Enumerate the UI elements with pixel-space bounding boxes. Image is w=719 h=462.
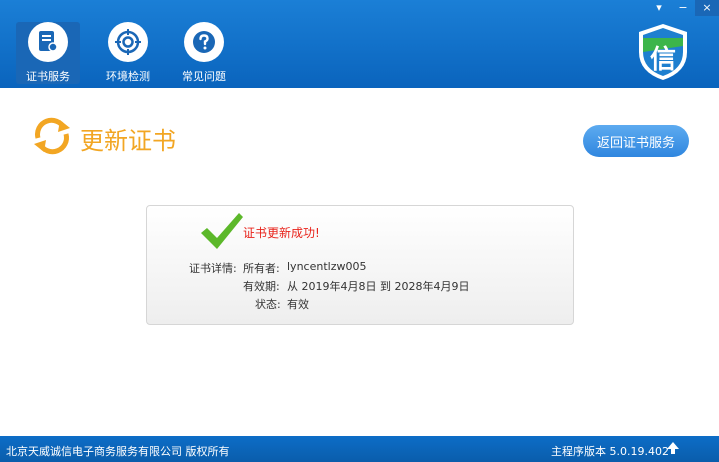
window-controls: ▾ − ×: [647, 0, 719, 16]
upgrade-icon[interactable]: [667, 442, 679, 457]
refresh-icon: [32, 116, 72, 160]
menu-dropdown-button[interactable]: ▾: [647, 0, 671, 16]
question-icon: [184, 22, 224, 62]
nav-label: 环境检测: [106, 70, 150, 83]
nav-faq[interactable]: 常见问题: [172, 22, 236, 84]
checkmark-icon: [199, 211, 245, 251]
validity-value: 从 2019年4月8日 到 2028年4月9日: [287, 280, 470, 293]
status-label: 状态:: [255, 298, 281, 311]
result-panel: 证书更新成功! 证书详情: 所有者: lyncentlzw005 有效期: 从 …: [146, 205, 574, 325]
minimize-button[interactable]: −: [671, 0, 695, 16]
nav-env-check[interactable]: 环境检测: [96, 22, 160, 84]
success-message: 证书更新成功!: [243, 226, 320, 240]
validity-label: 有效期:: [243, 280, 280, 293]
shield-logo-icon: 信: [635, 22, 691, 82]
target-icon: [108, 22, 148, 62]
status-badge: 有效: [287, 298, 309, 311]
owner-label: 所有者:: [243, 262, 280, 275]
copyright-text: 北京天威诚信电子商务服务有限公司 版权所有: [6, 445, 230, 458]
page-title: 更新证书: [32, 116, 176, 160]
nav-label: 证书服务: [26, 70, 70, 83]
detail-label: 证书详情:: [189, 262, 237, 275]
owner-value: lyncentlzw005: [287, 260, 367, 273]
nav-label: 常见问题: [182, 70, 226, 83]
logo-text: 信: [650, 45, 677, 75]
certificate-icon: [28, 22, 68, 62]
nav-cert-service[interactable]: 证书服务: [16, 22, 80, 84]
page-title-text: 更新证书: [80, 126, 176, 155]
close-button[interactable]: ×: [695, 0, 719, 16]
version-text: 主程序版本 5.0.19.402: [551, 445, 669, 458]
back-to-cert-service-button[interactable]: 返回证书服务: [583, 125, 689, 157]
status-bar: 北京天威诚信电子商务服务有限公司 版权所有 主程序版本 5.0.19.402: [0, 436, 719, 462]
app-header: 证书服务 环境检测 常见问题 ▾ − × 信: [0, 0, 719, 88]
